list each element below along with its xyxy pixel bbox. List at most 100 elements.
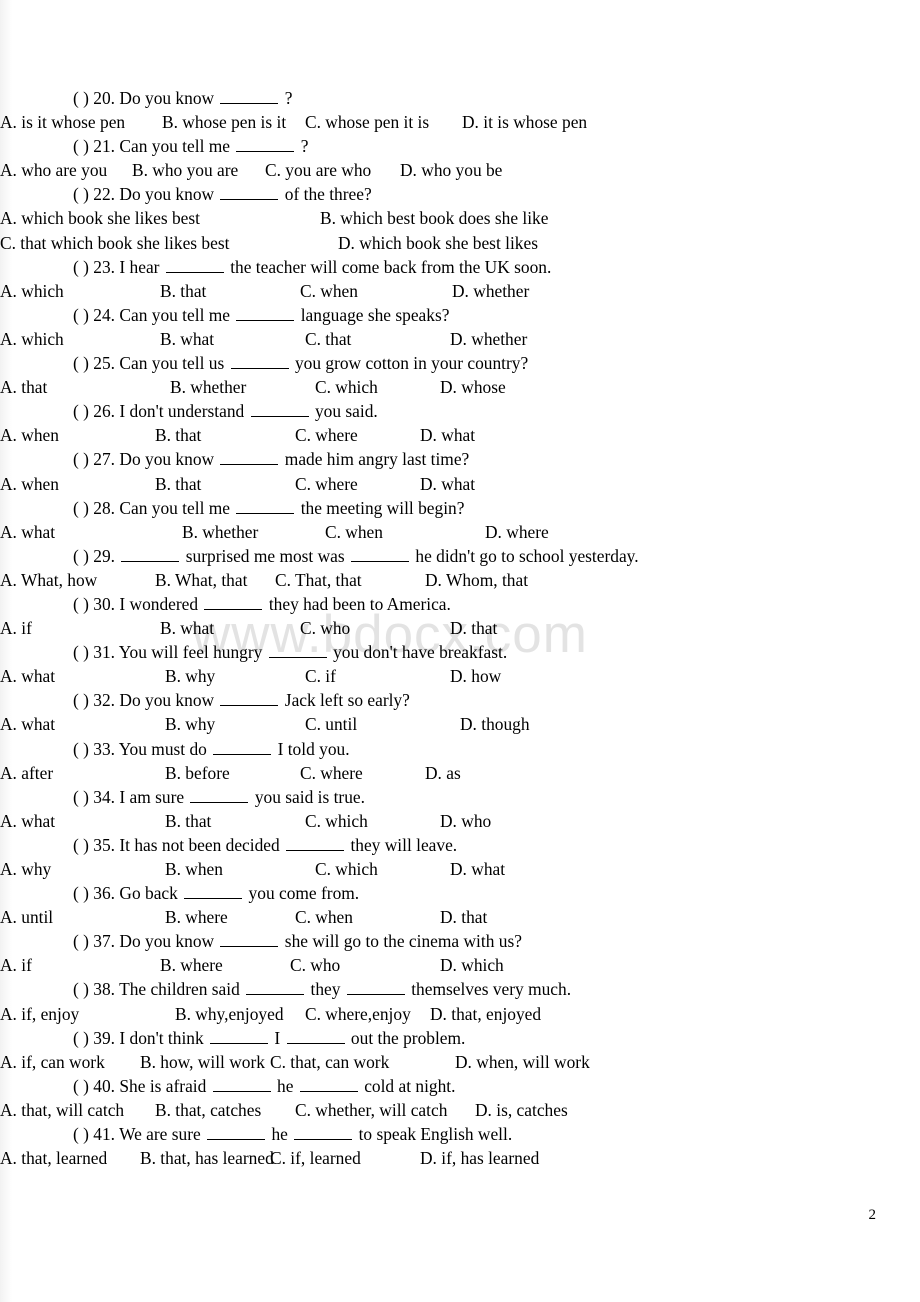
- question-marker[interactable]: ( ) 33.: [73, 739, 115, 759]
- answer-option[interactable]: D. what: [420, 472, 475, 496]
- question-marker[interactable]: ( ) 20.: [73, 88, 115, 108]
- answer-option[interactable]: A. what: [0, 520, 55, 544]
- question-marker[interactable]: ( ) 35.: [73, 835, 115, 855]
- answer-option[interactable]: D. Whom, that: [425, 568, 528, 592]
- answer-option[interactable]: B. what: [160, 616, 214, 640]
- answer-option[interactable]: D. if, has learned: [420, 1146, 539, 1170]
- answer-option[interactable]: A. when: [0, 472, 59, 496]
- answer-option[interactable]: A. why: [0, 857, 51, 881]
- answer-option[interactable]: C. that, can work: [270, 1050, 389, 1074]
- answer-option[interactable]: B. that: [155, 423, 201, 447]
- answer-option[interactable]: D. is, catches: [475, 1098, 568, 1122]
- question-marker[interactable]: ( ) 34.: [73, 787, 115, 807]
- answer-option[interactable]: A. which book she likes best: [0, 206, 200, 230]
- answer-option[interactable]: C. you are who: [265, 158, 371, 182]
- answer-option[interactable]: D. it is whose pen: [462, 110, 587, 134]
- answer-option[interactable]: D. whether: [452, 279, 529, 303]
- answer-option[interactable]: D. that: [450, 616, 497, 640]
- question-marker[interactable]: ( ) 23.: [73, 257, 115, 277]
- answer-option[interactable]: D. as: [425, 761, 461, 785]
- question-marker[interactable]: ( ) 26.: [73, 401, 115, 421]
- answer-option[interactable]: A. What, how: [0, 568, 97, 592]
- answer-option[interactable]: C. whether, will catch: [295, 1098, 447, 1122]
- question-marker[interactable]: ( ) 27.: [73, 449, 115, 469]
- answer-option[interactable]: B. that: [160, 279, 206, 303]
- answer-option[interactable]: A. when: [0, 423, 59, 447]
- answer-option[interactable]: A. after: [0, 761, 53, 785]
- answer-option[interactable]: B. whether: [182, 520, 258, 544]
- answer-option[interactable]: C. where: [295, 423, 358, 447]
- answer-option[interactable]: B. that: [155, 472, 201, 496]
- answer-option[interactable]: D. where: [485, 520, 549, 544]
- answer-option[interactable]: C. where: [300, 761, 363, 785]
- question-marker[interactable]: ( ) 38.: [73, 979, 115, 999]
- question-marker[interactable]: ( ) 32.: [73, 690, 115, 710]
- answer-option[interactable]: B. why: [165, 664, 215, 688]
- answer-option[interactable]: A. if, can work: [0, 1050, 105, 1074]
- answer-option[interactable]: B. who you are: [132, 158, 238, 182]
- question-marker[interactable]: ( ) 39.: [73, 1028, 115, 1048]
- question-marker[interactable]: ( ) 22.: [73, 184, 115, 204]
- question-marker[interactable]: ( ) 30.: [73, 594, 115, 614]
- answer-option[interactable]: C. which: [315, 375, 378, 399]
- answer-option[interactable]: C. if, learned: [270, 1146, 361, 1170]
- answer-option[interactable]: C. who: [290, 953, 340, 977]
- question-marker[interactable]: ( ) 24.: [73, 305, 115, 325]
- answer-option[interactable]: A. who are you: [0, 158, 107, 182]
- answer-option[interactable]: C. which: [315, 857, 378, 881]
- answer-option[interactable]: D. whether: [450, 327, 527, 351]
- answer-option[interactable]: B. before: [165, 761, 230, 785]
- answer-option[interactable]: C. that which book she likes best: [0, 231, 229, 255]
- answer-option[interactable]: A. if: [0, 953, 32, 977]
- answer-option[interactable]: A. if: [0, 616, 32, 640]
- answer-option[interactable]: C. when: [295, 905, 353, 929]
- answer-option[interactable]: A. what: [0, 809, 55, 833]
- answer-option[interactable]: C. where: [295, 472, 358, 496]
- answer-option[interactable]: D. whose: [440, 375, 506, 399]
- answer-option[interactable]: C. when: [300, 279, 358, 303]
- answer-option[interactable]: C. where,enjoy: [305, 1002, 411, 1026]
- answer-option[interactable]: D. though: [460, 712, 530, 736]
- answer-option[interactable]: C. That, that: [275, 568, 362, 592]
- answer-option[interactable]: D. that: [440, 905, 487, 929]
- answer-option[interactable]: C. who: [300, 616, 350, 640]
- answer-option[interactable]: A. that: [0, 375, 47, 399]
- question-marker[interactable]: ( ) 21.: [73, 136, 115, 156]
- answer-option[interactable]: D. how: [450, 664, 501, 688]
- question-marker[interactable]: ( ) 40.: [73, 1076, 115, 1096]
- question-marker[interactable]: ( ) 36.: [73, 883, 115, 903]
- answer-option[interactable]: C. that: [305, 327, 351, 351]
- answer-option[interactable]: B. where: [165, 905, 228, 929]
- answer-option[interactable]: A. which: [0, 327, 64, 351]
- answer-option[interactable]: A. what: [0, 712, 55, 736]
- answer-option[interactable]: A. what: [0, 664, 55, 688]
- answer-option[interactable]: D. what: [420, 423, 475, 447]
- answer-option[interactable]: C. whose pen it is: [305, 110, 429, 134]
- answer-option[interactable]: D. which book she best likes: [338, 231, 538, 255]
- answer-option[interactable]: B. when: [165, 857, 223, 881]
- answer-option[interactable]: A. that, will catch: [0, 1098, 124, 1122]
- answer-option[interactable]: D. which: [440, 953, 504, 977]
- question-marker[interactable]: ( ) 31.: [73, 642, 115, 662]
- answer-option[interactable]: B. whose pen is it: [162, 110, 286, 134]
- answer-option[interactable]: D. when, will work: [455, 1050, 590, 1074]
- answer-option[interactable]: C. which: [305, 809, 368, 833]
- answer-option[interactable]: D. what: [450, 857, 505, 881]
- answer-option[interactable]: C. if: [305, 664, 336, 688]
- answer-option[interactable]: B. why,enjoyed: [175, 1002, 284, 1026]
- question-marker[interactable]: ( ) 37.: [73, 931, 115, 951]
- question-marker[interactable]: ( ) 29.: [73, 546, 115, 566]
- answer-option[interactable]: B. that: [165, 809, 211, 833]
- answer-option[interactable]: B. which best book does she like: [320, 206, 548, 230]
- question-marker[interactable]: ( ) 25.: [73, 353, 115, 373]
- answer-option[interactable]: D. who you be: [400, 158, 502, 182]
- answer-option[interactable]: A. until: [0, 905, 53, 929]
- answer-option[interactable]: C. when: [325, 520, 383, 544]
- question-marker[interactable]: ( ) 41.: [73, 1124, 115, 1144]
- answer-option[interactable]: A. if, enjoy: [0, 1002, 79, 1026]
- answer-option[interactable]: A. is it whose pen: [0, 110, 125, 134]
- question-marker[interactable]: ( ) 28.: [73, 498, 115, 518]
- answer-option[interactable]: B. that, catches: [155, 1098, 261, 1122]
- answer-option[interactable]: B. why: [165, 712, 215, 736]
- answer-option[interactable]: B. where: [160, 953, 223, 977]
